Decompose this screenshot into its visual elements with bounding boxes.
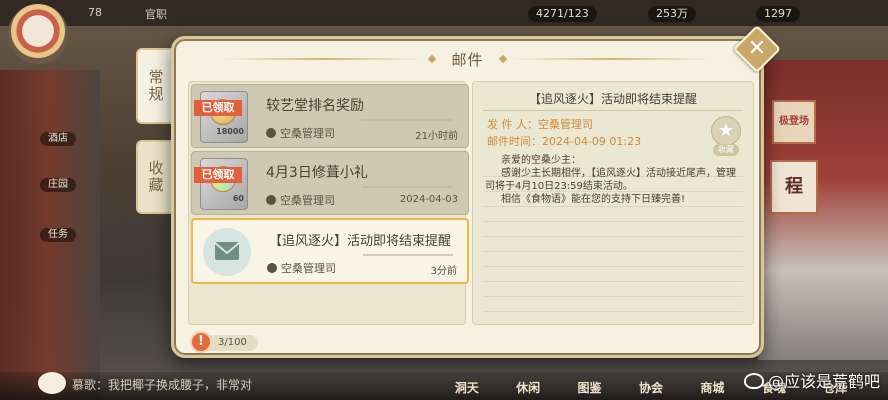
title-ornament-right xyxy=(498,54,507,64)
task-button[interactable]: 任务 xyxy=(40,228,76,242)
nav-codex[interactable]: 图鉴 xyxy=(559,374,620,398)
detail-time-row: 邮件时间：2024-04-09 01:23 xyxy=(487,135,642,148)
nav-dongtian[interactable]: 洞天 xyxy=(436,374,497,398)
nav-leisure[interactable]: 休闲 xyxy=(497,374,558,398)
top-status-bar xyxy=(0,0,888,26)
nav-guild[interactable]: 协会 xyxy=(620,374,681,398)
user-icon xyxy=(267,263,277,273)
tab-favorites[interactable]: 收藏 xyxy=(136,140,174,214)
body-greeting: 亲爱的空桑少主： xyxy=(501,155,581,166)
chat-icon[interactable] xyxy=(38,372,66,394)
detail-title: 【追风逐火】活动即将结束提醒 xyxy=(528,92,697,106)
detail-separator xyxy=(483,110,743,111)
manor-button[interactable]: 庄园 xyxy=(40,178,76,192)
mail-subject: 【追风逐火】活动即将结束提醒 xyxy=(269,234,452,249)
mail-time: 21小时前 xyxy=(415,131,458,142)
player-avatar[interactable] xyxy=(8,4,68,64)
claimed-badge: 已领取 xyxy=(194,167,242,183)
resource-stamina: 4271/123 xyxy=(528,6,597,22)
restaurant-button[interactable]: 酒店 xyxy=(40,132,76,146)
mail-item[interactable]: 60 已领取 4月3日修葺小礼 空桑管理司 2024-04-03 xyxy=(191,151,469,215)
title-line-right xyxy=(511,58,712,60)
title-line-left xyxy=(223,58,424,60)
weibo-watermark: @应该是荒鹤吧 xyxy=(743,368,880,392)
mail-count: 3/100 xyxy=(206,335,258,351)
user-icon xyxy=(266,195,276,205)
warning-icon: ! xyxy=(190,331,212,353)
nav-shop[interactable]: 商城 xyxy=(682,374,743,398)
body-paragraph: 相信《食物语》能在您的支持下日臻完善! xyxy=(501,194,686,205)
event-poster[interactable]: 极登场 xyxy=(772,100,816,144)
envelope-glyph xyxy=(215,242,239,260)
resource-gems: 1297 xyxy=(756,6,800,22)
tab-regular[interactable]: 常规 xyxy=(136,48,174,124)
weibo-icon xyxy=(743,373,764,389)
resource-coins: 253万 xyxy=(648,6,696,22)
player-level: 78 xyxy=(88,6,102,19)
claimed-badge: 已领取 xyxy=(194,100,242,116)
reward-quantity: 60 xyxy=(232,194,244,203)
envelope-icon xyxy=(203,228,251,276)
divider xyxy=(362,186,452,188)
mail-sender: 空桑管理司 xyxy=(266,125,335,141)
mail-detail: 【追风逐火】活动即将结束提醒 发 件 人：空桑管理司 邮件时间：2024-04-… xyxy=(472,81,754,325)
detail-sender-row: 发 件 人：空桑管理司 xyxy=(487,118,593,131)
event-poster-2[interactable]: 程 xyxy=(770,160,818,214)
mail-sender: 空桑管理司 xyxy=(266,192,335,208)
reward-quantity: 18000 xyxy=(216,127,244,136)
body-paragraph: 感谢少主长期相伴，【追风逐火】活动接近尾声，管理司将于4月10日23:59结束活… xyxy=(485,168,736,192)
close-icon: ✕ xyxy=(747,36,767,61)
mail-subject: 4月3日修葺小礼 xyxy=(266,165,368,181)
chat-preview[interactable]: 慕歌：我把椰子换成腰子，非常对 xyxy=(72,376,322,394)
user-icon xyxy=(266,128,276,138)
detail-body: 亲爱的空桑少主： 感谢少主长期相伴，【追风逐火】活动接近尾声，管理司将于4月10… xyxy=(485,154,743,206)
divider xyxy=(363,254,453,256)
player-rank: 官职 xyxy=(145,8,167,21)
mail-list: 18000 已领取 较艺堂排名奖励 空桑管理司 21小时前 60 已领取 4月3… xyxy=(188,81,469,325)
mail-time: 3分前 xyxy=(430,266,457,277)
mail-item[interactable]: 18000 已领取 较艺堂排名奖励 空桑管理司 21小时前 xyxy=(191,84,469,148)
mail-subject: 较艺堂排名奖励 xyxy=(266,98,364,114)
dialog-title: 邮件 xyxy=(451,50,484,69)
dialog-title-band: 邮件 xyxy=(174,45,761,73)
mail-item-selected[interactable]: 【追风逐火】活动即将结束提醒 空桑管理司 3分前 xyxy=(191,218,469,284)
title-ornament-left xyxy=(428,54,437,64)
detail-meta: 发 件 人：空桑管理司 邮件时间：2024-04-09 01:23 xyxy=(487,116,641,150)
mail-time: 2024-04-03 xyxy=(399,194,458,205)
mail-dialog: 邮件 18000 已领取 较艺堂排名奖励 空桑管理司 21小时前 60 已领取 … xyxy=(171,36,764,358)
mail-sender: 空桑管理司 xyxy=(267,260,336,276)
divider xyxy=(362,119,452,121)
favorite-star-icon[interactable]: ★ xyxy=(711,116,741,146)
